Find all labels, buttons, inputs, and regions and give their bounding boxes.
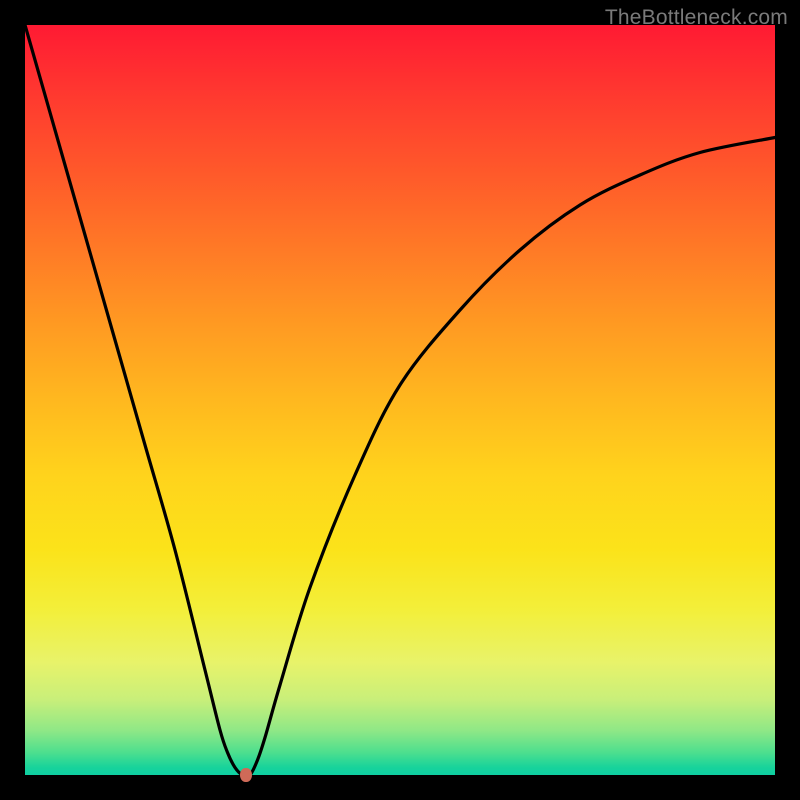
chart-outer-frame: TheBottleneck.com — [0, 0, 800, 800]
min-marker-dot — [240, 768, 252, 782]
watermark-text: TheBottleneck.com — [605, 6, 788, 30]
bottleneck-curve — [25, 25, 775, 775]
plot-area — [25, 25, 775, 775]
